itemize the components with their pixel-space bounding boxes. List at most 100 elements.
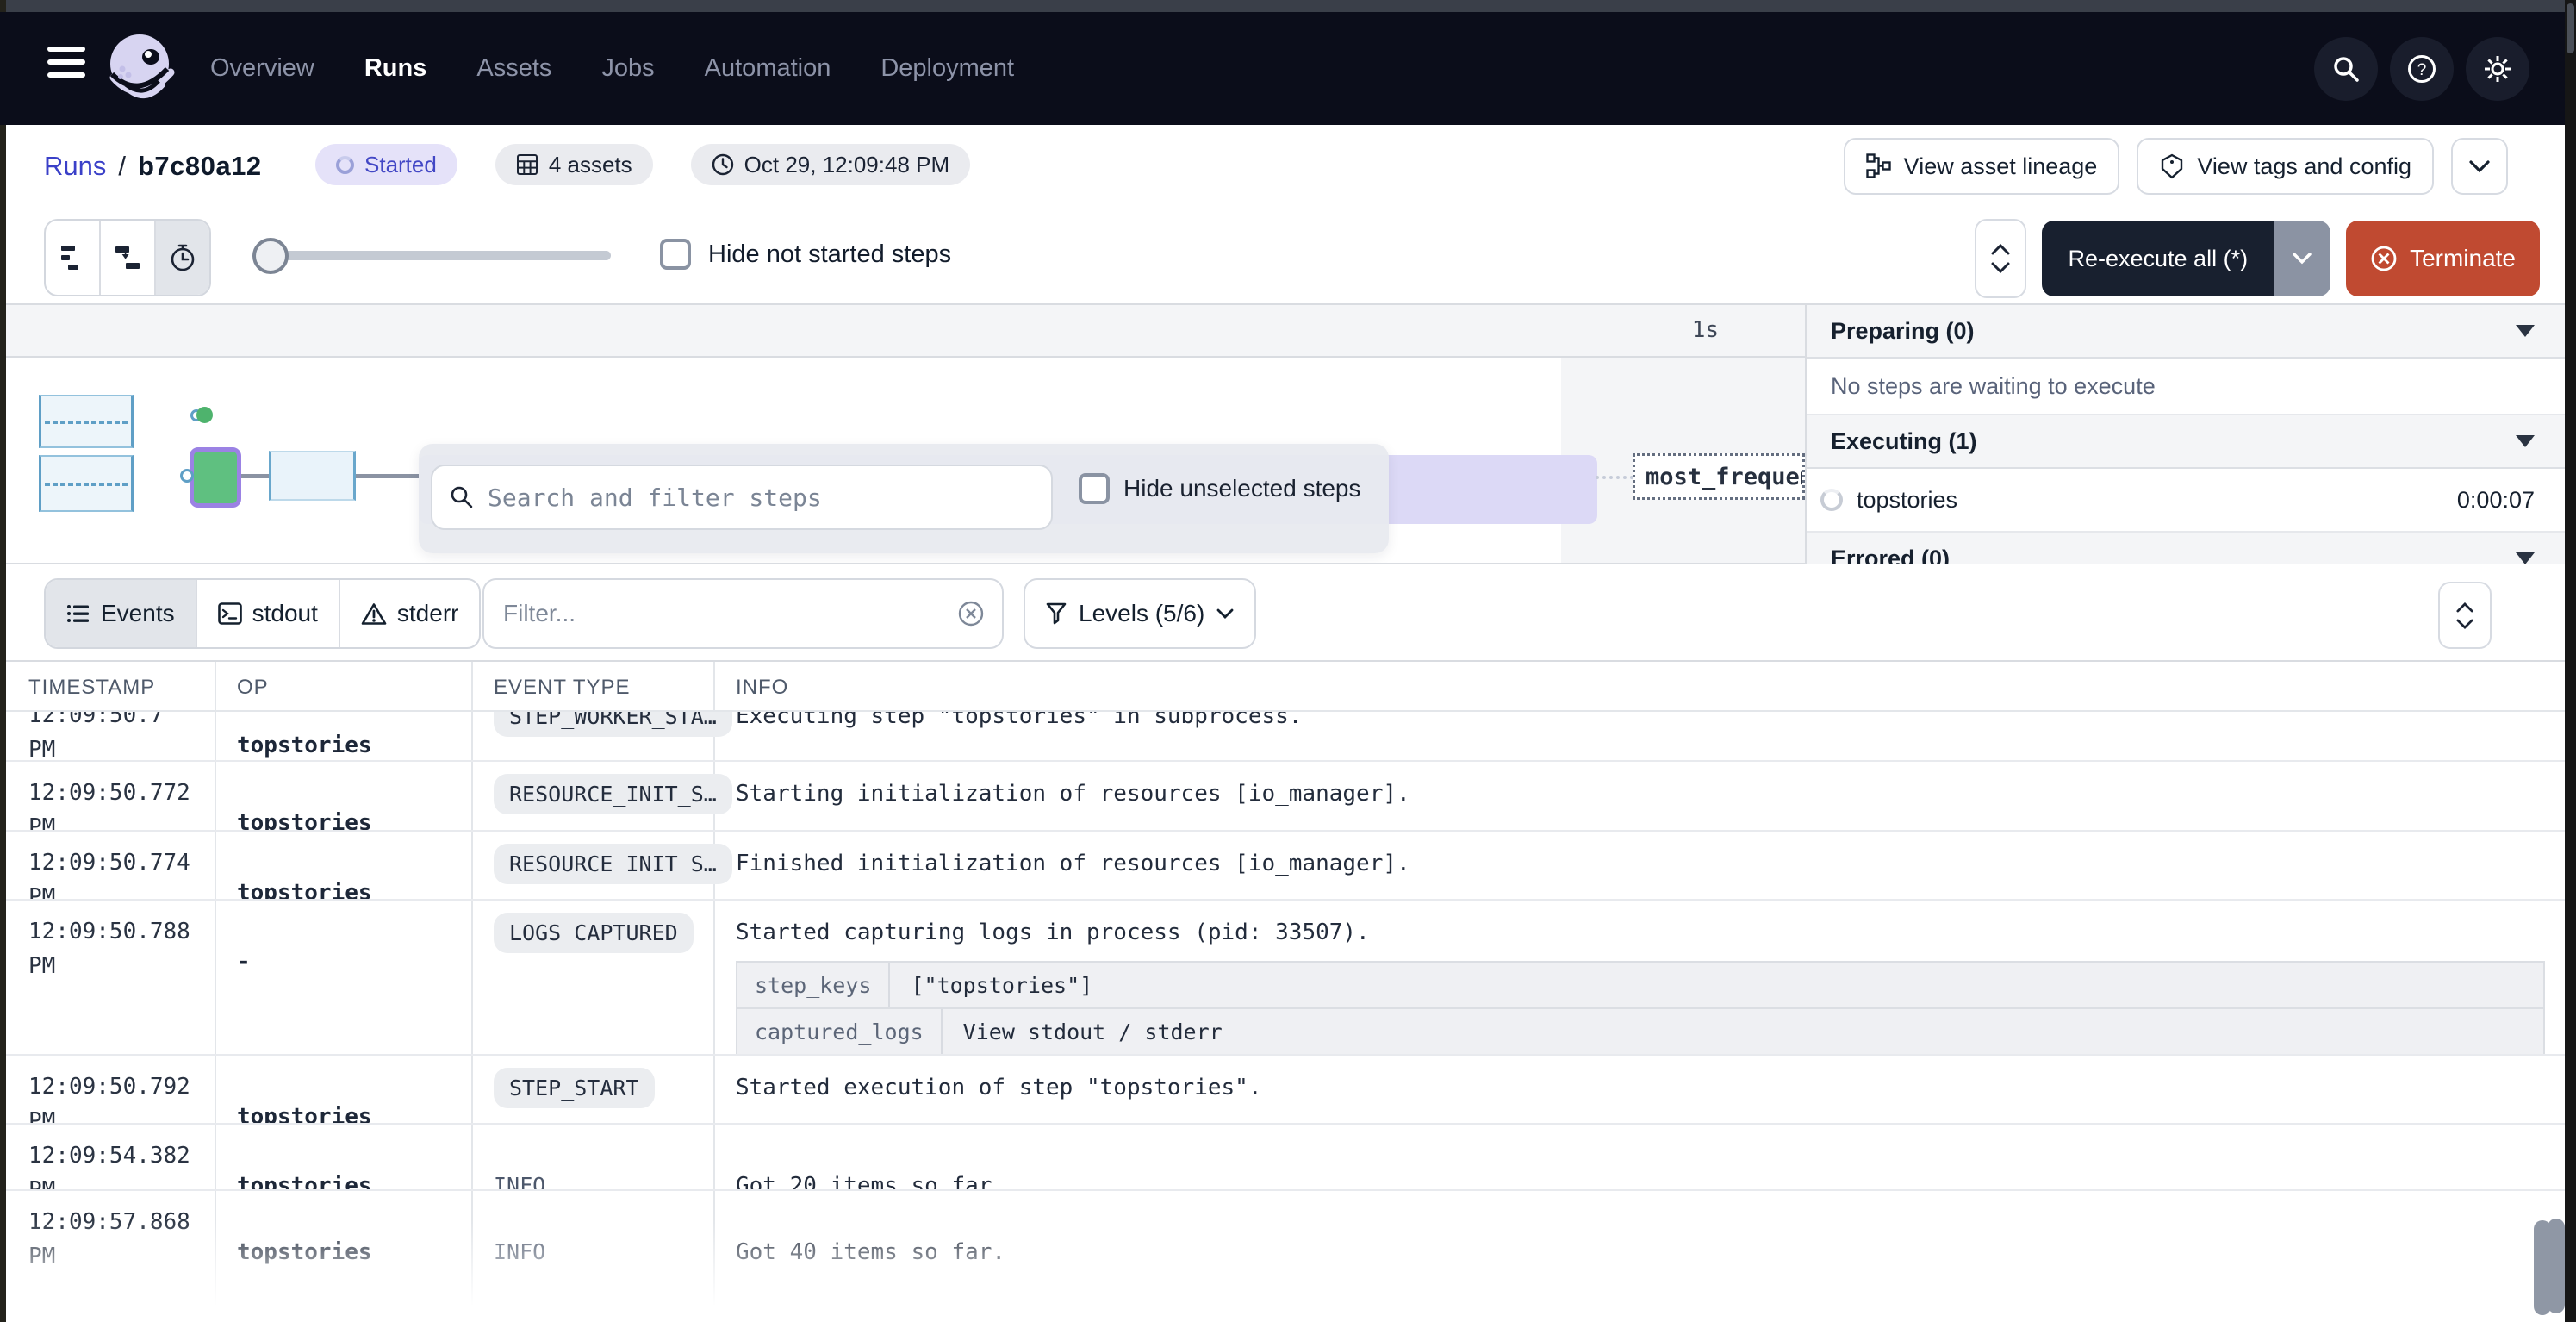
zoom-slider-track[interactable]	[252, 251, 611, 260]
clear-filter-icon[interactable]	[957, 600, 985, 627]
help-icon[interactable]: ?	[2390, 37, 2454, 101]
dagster-logo-icon[interactable]	[102, 28, 181, 110]
run-id: b7c80a12	[138, 151, 262, 182]
gear-icon[interactable]	[2466, 37, 2529, 101]
reexecute-all-button[interactable]: Re-execute all (*)	[2042, 221, 2274, 296]
search-icon[interactable]	[2314, 37, 2378, 101]
gantt-step-not-started-2[interactable]	[39, 455, 134, 512]
page-scrollbar-top-thumb[interactable]	[2567, 3, 2574, 53]
tab-stdout[interactable]: stdout	[196, 580, 339, 647]
status-spinner-icon	[336, 156, 354, 174]
gantt-view-mode-group	[44, 219, 211, 296]
page-scrollbar-thumb[interactable]	[2548, 1219, 2565, 1313]
step-status-panel: Preparing (0) No steps are waiting to ex…	[1805, 303, 2566, 564]
main-nav: Overview Runs Assets Jobs Automation Dep…	[210, 12, 1014, 125]
gantt-toolbar: Hide not started steps Re-execute all (*…	[6, 214, 2565, 303]
event-metadata-table: step_keys ["topstories"] captured_logs V…	[736, 961, 2545, 1056]
metadata-row: step_keys ["topstories"]	[737, 963, 2543, 1007]
run-actions: Re-execute all (*) Terminate	[1975, 219, 2540, 298]
step-search-input[interactable]	[486, 483, 1034, 513]
nav-item-deployment[interactable]: Deployment	[880, 54, 1014, 83]
header-more-actions-button[interactable]	[2451, 138, 2508, 195]
edge-circle-left	[180, 469, 194, 483]
metadata-key: captured_logs	[737, 1009, 943, 1054]
step-start-marker	[196, 407, 213, 423]
nav-icon-group: ?	[2314, 12, 2529, 125]
nav-item-automation[interactable]: Automation	[705, 54, 831, 83]
zoom-slider-handle[interactable]	[252, 238, 289, 274]
col-op[interactable]: OP	[237, 676, 269, 700]
levels-dropdown-button[interactable]: Levels (5/6)	[1024, 578, 1256, 649]
col-info[interactable]: INFO	[736, 676, 788, 700]
col-timestamp[interactable]: TIMESTAMP	[28, 676, 155, 700]
errored-section-header[interactable]: Errored (0)	[1807, 533, 2566, 564]
log-tabs: Events stdout stderr	[44, 578, 481, 649]
hide-unselected-checkbox[interactable]	[1079, 473, 1110, 504]
reexecute-split-button: Re-execute all (*)	[2042, 221, 2330, 296]
step-search-box	[431, 465, 1053, 530]
breadcrumb-runs-link[interactable]: Runs	[44, 151, 106, 182]
warning-icon	[361, 602, 387, 626]
log-filter-input[interactable]	[501, 599, 947, 628]
funnel-icon	[1046, 602, 1067, 625]
assets-badge[interactable]: 4 assets	[495, 144, 653, 185]
terminate-button[interactable]: Terminate	[2346, 221, 2540, 296]
view-tags-config-button[interactable]: View tags and config	[2137, 138, 2434, 195]
col-event-type[interactable]: EVENT TYPE	[494, 676, 631, 700]
gantt-timeline-header: 1s	[6, 305, 1805, 358]
hide-not-started-checkbox[interactable]	[660, 239, 691, 270]
event-row[interactable]: 12:09:54.382PM topstories INFO Got 20 it…	[6, 1125, 2565, 1191]
gantt-step-most-frequent[interactable]: most_frequent	[1633, 453, 1805, 500]
nav-item-overview[interactable]: Overview	[210, 54, 314, 83]
executing-step-row[interactable]: topstories 0:00:07	[1807, 469, 2566, 533]
event-row[interactable]: 12:09:50.772PM topstories RESOURCE_INIT_…	[6, 762, 2565, 832]
gantt-step-topstories[interactable]	[190, 447, 241, 508]
menu-icon[interactable]	[47, 47, 96, 91]
preparing-section-header[interactable]: Preparing (0)	[1807, 305, 2566, 359]
events-list-icon	[66, 603, 90, 624]
tab-stderr[interactable]: stderr	[339, 580, 480, 647]
metadata-value: ["topstories"]	[890, 973, 1113, 998]
cancel-icon	[2370, 245, 2398, 272]
captured-logs-link[interactable]: View stdout / stderr	[943, 1020, 1243, 1045]
timed-view-icon[interactable]	[154, 221, 209, 295]
nav-item-runs[interactable]: Runs	[364, 54, 427, 83]
lineage-icon	[1866, 153, 1892, 179]
tab-events[interactable]: Events	[46, 580, 196, 647]
breadcrumb-separator: /	[118, 151, 126, 182]
top-nav-bar: Overview Runs Assets Jobs Automation Dep…	[0, 12, 2576, 125]
waterfall-view-icon[interactable]	[99, 221, 154, 295]
gantt-chart: 1s most_frequent Hide unselected steps	[6, 303, 1805, 564]
event-row[interactable]: 12:09:50.774PM topstories RESOURCE_INIT_…	[6, 832, 2565, 901]
nav-item-assets[interactable]: Assets	[476, 54, 551, 83]
event-row[interactable]: 12:09:57.868PM topstories INFO Got 40 it…	[6, 1191, 2565, 1322]
reexecute-dropdown-button[interactable]	[2274, 221, 2330, 296]
gantt-filter-overlay: Hide unselected steps	[419, 444, 1389, 553]
executing-section-header[interactable]: Executing (1)	[1807, 415, 2566, 469]
hide-not-started-label[interactable]: Hide not started steps	[708, 240, 951, 269]
step-name: topstories	[1857, 487, 2457, 514]
view-asset-lineage-button[interactable]: View asset lineage	[1844, 138, 2120, 195]
search-icon	[450, 485, 474, 509]
step-elapsed-time: 0:00:07	[2457, 487, 2535, 514]
log-viewer-toolbar: Events stdout stderr Levels (5/6)	[6, 564, 2565, 660]
event-row[interactable]: 12:09:50.788PM - LOGS_CAPTURED Started c…	[6, 901, 2565, 1056]
event-row[interactable]: 12:09:50.7PM topstories STEP_WORKER_STA……	[6, 712, 2565, 762]
scroll-top-bottom-button[interactable]	[2438, 582, 2492, 649]
window-edge-left	[0, 0, 6, 1322]
metadata-key: step_keys	[737, 963, 890, 1007]
expand-collapse-button[interactable]	[1975, 219, 2026, 298]
nav-item-jobs[interactable]: Jobs	[601, 54, 654, 83]
gantt-step-not-started-1[interactable]	[39, 395, 134, 448]
run-header: Runs / b7c80a12 Started 4 assets Oct 29,…	[6, 125, 2565, 215]
status-badge: Started	[315, 144, 457, 185]
hide-unselected-label[interactable]: Hide unselected steps	[1123, 475, 1361, 502]
log-filter-box	[482, 578, 1004, 649]
spinner-icon	[1820, 489, 1843, 511]
caret-down-icon	[2516, 435, 2535, 447]
event-row[interactable]: 12:09:50.792PM topstories STEP_START Sta…	[6, 1056, 2565, 1125]
window-title-strip	[0, 0, 2576, 12]
caret-down-icon	[2516, 552, 2535, 564]
flat-view-icon[interactable]	[46, 221, 99, 295]
caret-down-icon	[2516, 325, 2535, 337]
